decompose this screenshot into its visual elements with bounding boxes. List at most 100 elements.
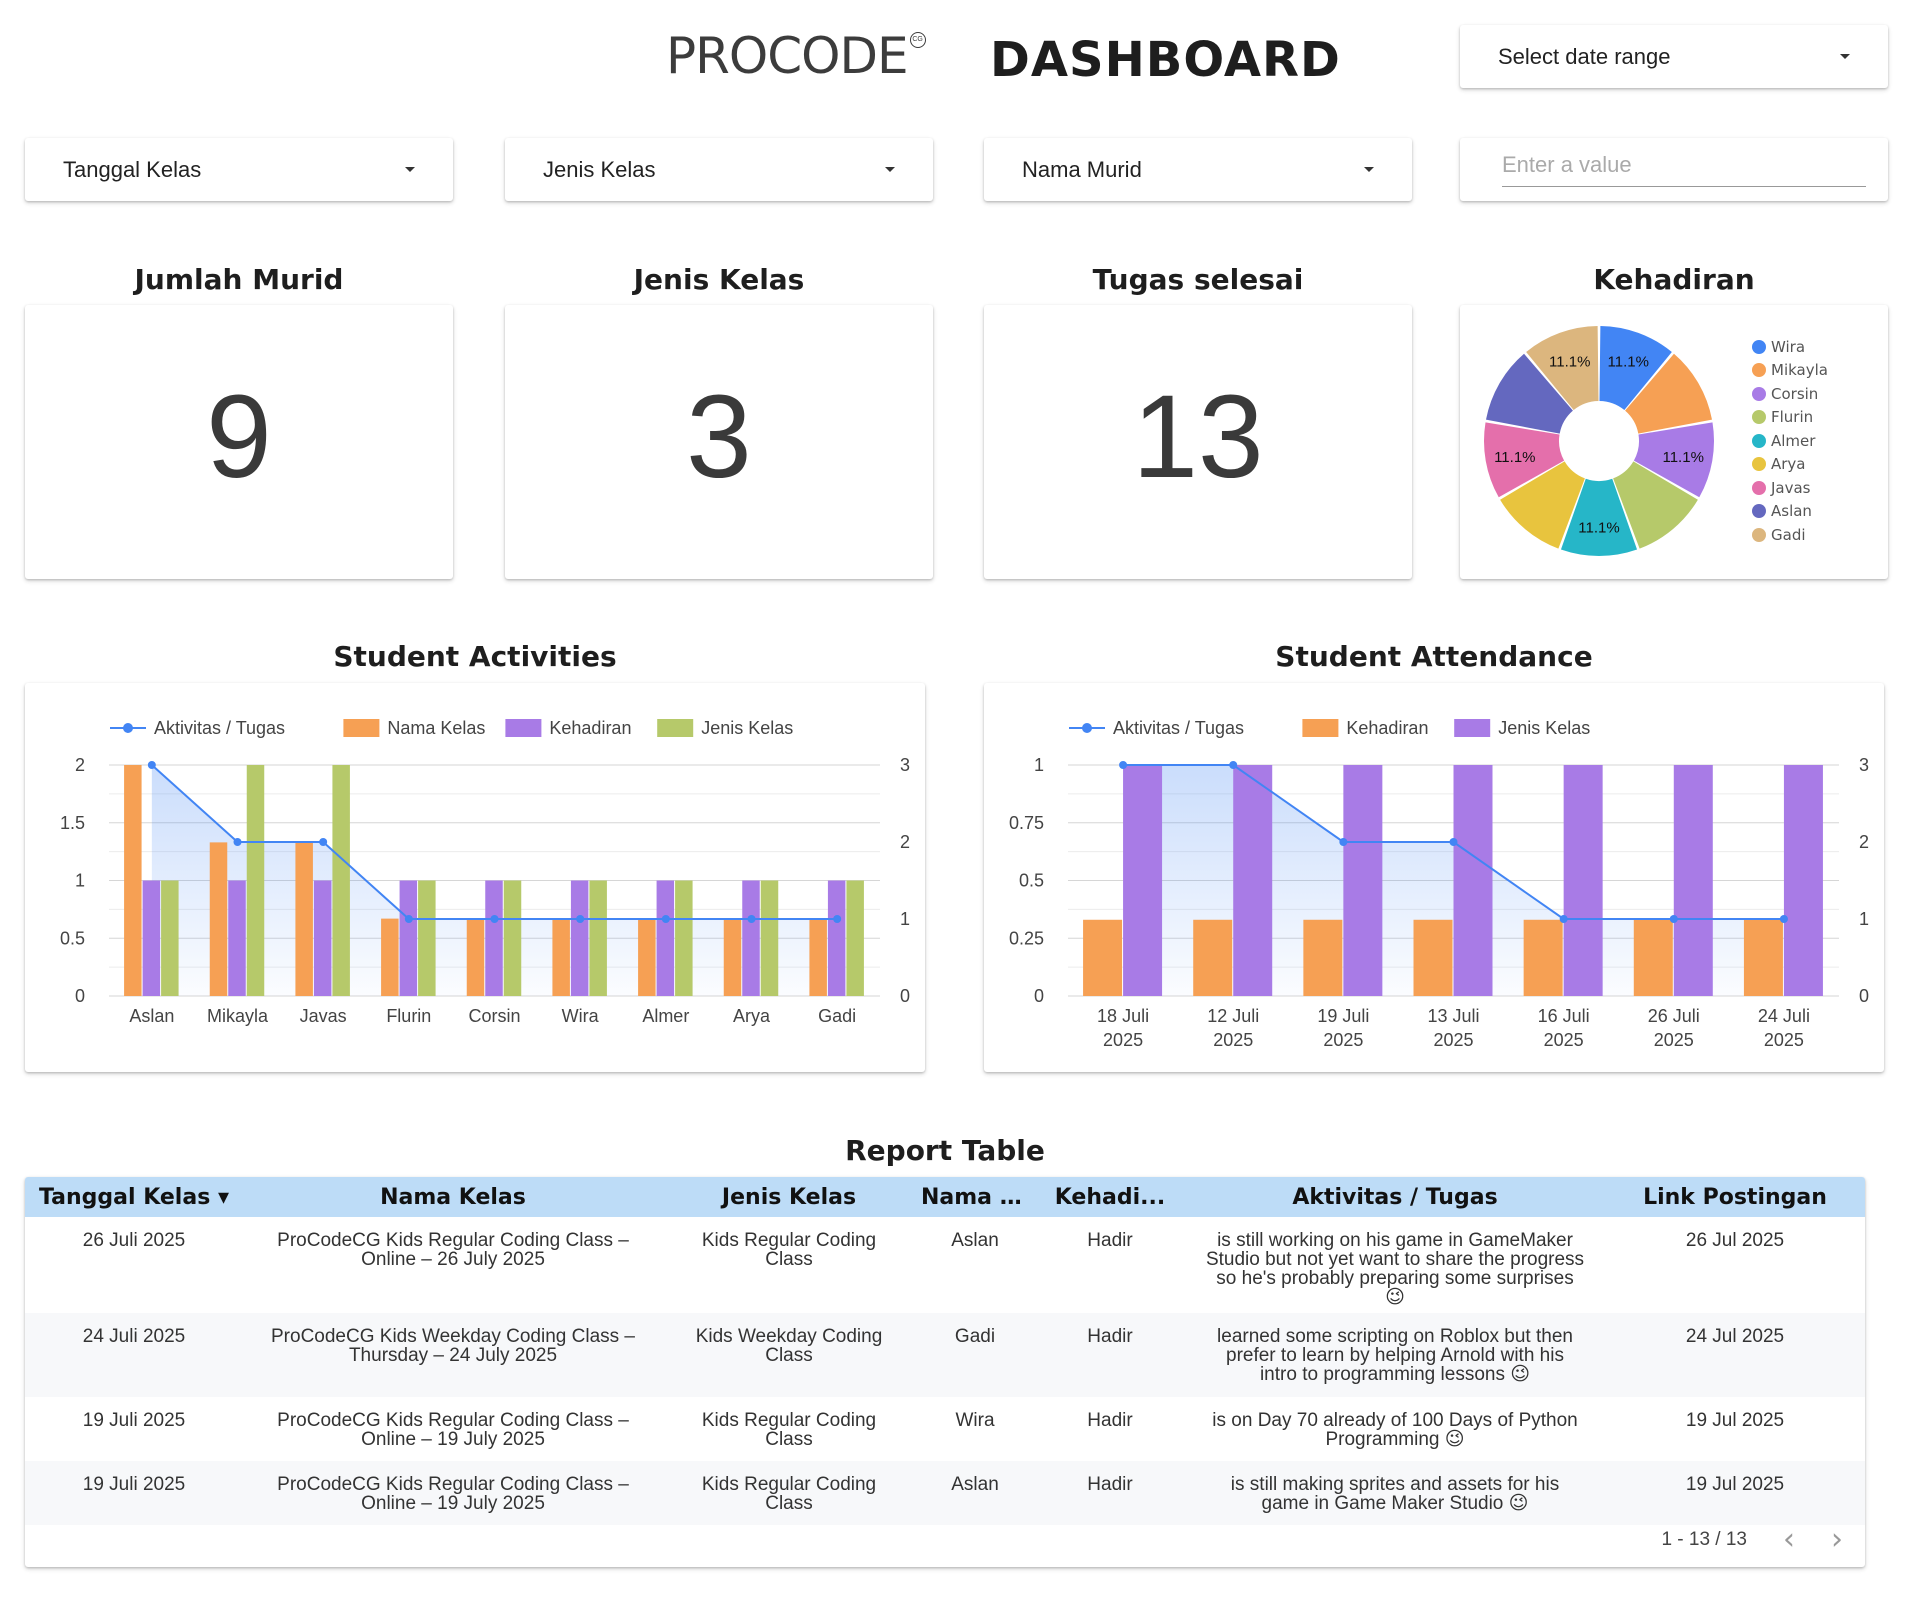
legend-swatch bbox=[1454, 719, 1491, 737]
legend-label: Javas bbox=[1771, 478, 1811, 497]
bar-nama-kelas bbox=[638, 918, 656, 996]
bar-kehadiran bbox=[1743, 919, 1783, 996]
column-header[interactable]: Tanggal Kelas ▾ bbox=[25, 1177, 243, 1217]
logo-mark: CG bbox=[909, 32, 926, 48]
kpi-value-jumlah-murid: 9 bbox=[206, 371, 272, 503]
filter-jenis-kelas[interactable]: Jenis Kelas bbox=[505, 138, 933, 201]
report-table: Tanggal Kelas ▾ Nama Kelas Jenis Kelas Nama… bbox=[25, 1177, 1865, 1525]
column-header[interactable]: Aktivitas / Tugas bbox=[1185, 1177, 1605, 1217]
bar-jenis-kelas bbox=[846, 880, 864, 996]
y-left-tick: 1 bbox=[1034, 755, 1044, 775]
table-cell: Kids Regular Coding Class bbox=[701, 1230, 877, 1270]
bar-kehadiran bbox=[1193, 919, 1233, 996]
kehadiran-legend: Wira Mikayla Corsin Flurin Almer Arya Javas Asl… bbox=[1752, 335, 1828, 547]
bar-jenis-kelas bbox=[161, 880, 179, 996]
table-cell: 26 Jul 2025 bbox=[1685, 1230, 1785, 1251]
x-tick-label: 19 Juli bbox=[1317, 1006, 1369, 1026]
column-header[interactable]: Nama M... bbox=[915, 1177, 1035, 1217]
kpi-title-jumlah-murid: Jumlah Murid bbox=[134, 263, 344, 296]
chevron-down-icon bbox=[885, 167, 895, 172]
bar-nama-kelas bbox=[466, 918, 485, 996]
table-cell: 19 Juli 2025 bbox=[82, 1410, 186, 1431]
column-header[interactable]: Link Postingan bbox=[1605, 1177, 1865, 1217]
table-cell: ProCodeCG Kids Regular Coding Class – On… bbox=[277, 1230, 629, 1270]
column-header[interactable]: Nama Kelas bbox=[243, 1177, 663, 1217]
filter-tanggal-kelas[interactable]: Tanggal Kelas bbox=[25, 138, 453, 201]
date-range-picker[interactable]: Select date range bbox=[1460, 25, 1888, 88]
legend-item: Javas bbox=[1752, 476, 1828, 500]
y-left-tick: 0 bbox=[1034, 986, 1044, 1006]
student-attendance-card: 0 0.25 0.5 0.75 1 0 1 2 3 18 Juli 2025 12 Juli 2025 1… bbox=[984, 683, 1884, 1072]
page-title: DASHBOARD bbox=[990, 32, 1341, 88]
x-tick-label: Aslan bbox=[129, 1006, 174, 1026]
legend-label: Gadi bbox=[1771, 525, 1806, 544]
kpi-card-jenis-kelas: 3 bbox=[505, 305, 933, 579]
y-left-tick: 0.75 bbox=[1009, 813, 1044, 833]
date-range-label: Select date range bbox=[1498, 43, 1671, 69]
y-right-tick: 0 bbox=[1859, 986, 1869, 1006]
chevron-down-icon bbox=[405, 167, 415, 172]
line-point bbox=[1449, 838, 1458, 846]
table-cell: Gadi bbox=[915, 1313, 1035, 1397]
x-tick-label: 2025 bbox=[1213, 1030, 1253, 1050]
y-left-tick: 0.5 bbox=[1019, 871, 1044, 891]
bar-kehadiran bbox=[142, 880, 161, 996]
table-cell: 24 Juli 2025 bbox=[25, 1313, 243, 1397]
bar-jenis-kelas bbox=[246, 765, 265, 996]
legend-label: Aslan bbox=[1771, 502, 1812, 521]
line-point bbox=[1669, 915, 1678, 923]
bar-kehadiran bbox=[1083, 919, 1123, 996]
x-tick-label: Corsin bbox=[468, 1006, 520, 1026]
table-cell: ProCodeCG Kids Weekday Coding Class – Th… bbox=[243, 1313, 663, 1397]
pie-label: 11.1% bbox=[1494, 449, 1535, 466]
table-cell: Aslan bbox=[915, 1461, 1035, 1525]
bar-nama-kelas bbox=[552, 918, 570, 996]
bar-jenis-kelas bbox=[1563, 765, 1603, 996]
bar-jenis-kelas bbox=[418, 880, 436, 996]
table-cell: is still working on his game in GameMake… bbox=[1205, 1230, 1585, 1308]
x-tick-label: 2025 bbox=[1544, 1030, 1584, 1050]
student-activities-chart: 0 0.5 1 1.5 2 0 1 2 3 Aslan Mikayla Javas Flurin Cors… bbox=[60, 718, 910, 1026]
bar-nama-kelas bbox=[723, 918, 742, 996]
line-point bbox=[404, 915, 413, 923]
bar-kehadiran bbox=[228, 880, 246, 996]
y-left-tick: 2 bbox=[75, 755, 85, 775]
table-cell: 19 Juli 2025 bbox=[25, 1461, 243, 1525]
chevron-right-icon[interactable]: › bbox=[1831, 1522, 1843, 1557]
legend-swatch bbox=[343, 719, 380, 737]
y-right-tick: 1 bbox=[900, 909, 910, 929]
search-input[interactable]: Enter a value bbox=[1460, 138, 1888, 201]
line-point bbox=[747, 915, 756, 923]
bar-jenis-kelas bbox=[1233, 765, 1273, 996]
line-point bbox=[576, 915, 585, 923]
bar-nama-kelas bbox=[809, 918, 827, 996]
line-point bbox=[319, 838, 328, 846]
bar-jenis-kelas bbox=[503, 880, 522, 996]
column-header[interactable]: Jenis Kelas bbox=[663, 1177, 915, 1217]
filter-tanggal-kelas-label: Tanggal Kelas bbox=[63, 156, 202, 182]
bar-kehadiran bbox=[1633, 919, 1673, 996]
x-tick-label: Arya bbox=[733, 1006, 771, 1026]
line-point bbox=[1559, 915, 1568, 923]
legend-dot bbox=[1752, 363, 1766, 378]
legend-label: Flurin bbox=[1771, 408, 1814, 427]
filter-jenis-kelas-label: Jenis Kelas bbox=[543, 156, 656, 182]
column-header[interactable]: Kehadi... bbox=[1035, 1177, 1185, 1217]
x-tick-label: 12 Juli bbox=[1207, 1006, 1259, 1026]
pagination: 1 - 13 / 13 ‹ › bbox=[1661, 1522, 1843, 1557]
bar-kehadiran bbox=[570, 880, 589, 996]
legend-label: Jenis Kelas bbox=[1498, 718, 1590, 738]
y-left-tick: 0.5 bbox=[60, 928, 85, 948]
chevron-left-icon[interactable]: ‹ bbox=[1783, 1522, 1795, 1557]
y-left-tick: 0 bbox=[75, 986, 85, 1006]
x-tick-label: 26 Juli bbox=[1648, 1006, 1700, 1026]
legend-item: Mikayla bbox=[1752, 359, 1828, 383]
bar-jenis-kelas bbox=[1673, 765, 1713, 996]
table-cell: Wira bbox=[955, 1410, 995, 1431]
bar-kehadiran bbox=[1413, 919, 1453, 996]
filter-nama-murid[interactable]: Nama Murid bbox=[984, 138, 1412, 201]
bar-jenis-kelas bbox=[589, 880, 607, 996]
legend-dot bbox=[1752, 386, 1766, 401]
table-row: 19 Juli 2025 ProCodeCG Kids Regular Codin… bbox=[25, 1461, 1865, 1525]
student-activities-title: Student Activities bbox=[333, 640, 617, 673]
